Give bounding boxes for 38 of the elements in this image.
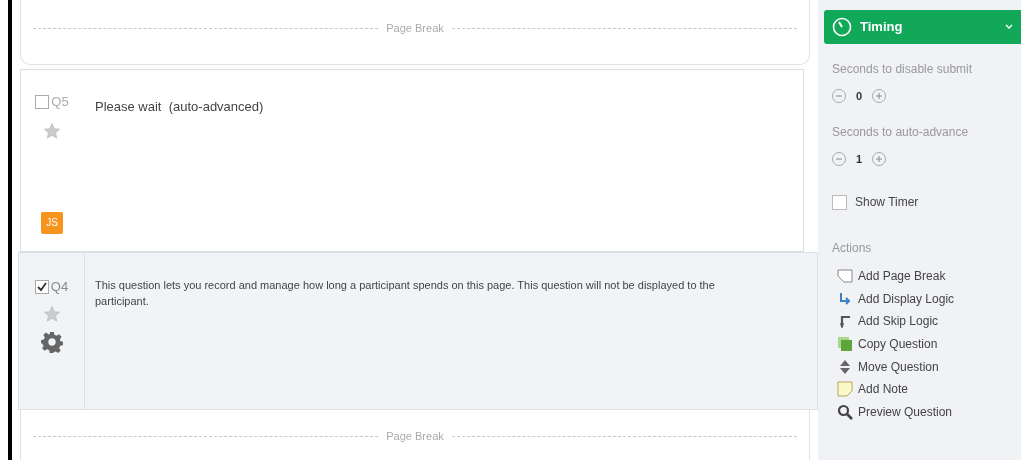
question-number: Q4	[50, 278, 69, 297]
question-text: This question lets you record and manage how long a participant spends on this page. This question will not be displayed to the participant.	[95, 278, 716, 310]
gear-icon[interactable]	[40, 330, 63, 353]
stepper-label: Seconds to disable submit	[832, 61, 974, 78]
checkmark-icon	[36, 282, 47, 293]
up-down-arrows-icon	[839, 358, 851, 375]
copy-icon	[837, 336, 853, 353]
search-icon	[837, 403, 853, 420]
action-link[interactable]: Add Page Break	[858, 267, 946, 286]
page-break-label: Page Break	[386, 428, 444, 444]
action-link[interactable]: Move Question	[858, 357, 939, 376]
stepper-value: 1	[856, 151, 863, 167]
page-break-label: Page Break	[386, 20, 444, 36]
checkbox[interactable]	[35, 94, 50, 109]
question-card[interactable]: Q4 This question lets you record and manage how long a participant spends on this page. This question will not be displayed to the participant.	[18, 252, 818, 410]
action-link[interactable]: Add Skip Logic	[858, 312, 939, 331]
question-card[interactable]: Q5 JS Please wait (auto-advanced)	[20, 69, 804, 253]
page-corner-icon	[837, 269, 853, 284]
checkbox[interactable]	[832, 194, 847, 210]
chevron-icon	[1005, 24, 1013, 30]
note-icon	[837, 381, 853, 398]
section-heading: Actions	[832, 240, 873, 257]
question-text: Please wait (auto-advanced)	[95, 99, 264, 114]
question-number: Q5	[51, 93, 69, 111]
action-link[interactable]: Preview Question	[858, 402, 953, 421]
star-icon[interactable]	[42, 304, 61, 323]
stepper-value: 0	[856, 89, 863, 104]
stopwatch-icon	[832, 17, 852, 37]
plus-icon	[875, 92, 884, 101]
star-icon[interactable]	[43, 121, 61, 140]
action-link[interactable]: Add Note	[858, 380, 909, 399]
checkbox-label: Show Timer	[855, 194, 919, 211]
action-link[interactable]: Add Display Logic	[858, 289, 955, 308]
stepper-label: Seconds to auto-advance	[832, 123, 970, 141]
plus-icon	[875, 154, 884, 163]
action-link[interactable]: Copy Question	[858, 335, 938, 354]
arrow-down-right-icon	[838, 291, 852, 306]
checkbox[interactable]	[34, 280, 49, 295]
